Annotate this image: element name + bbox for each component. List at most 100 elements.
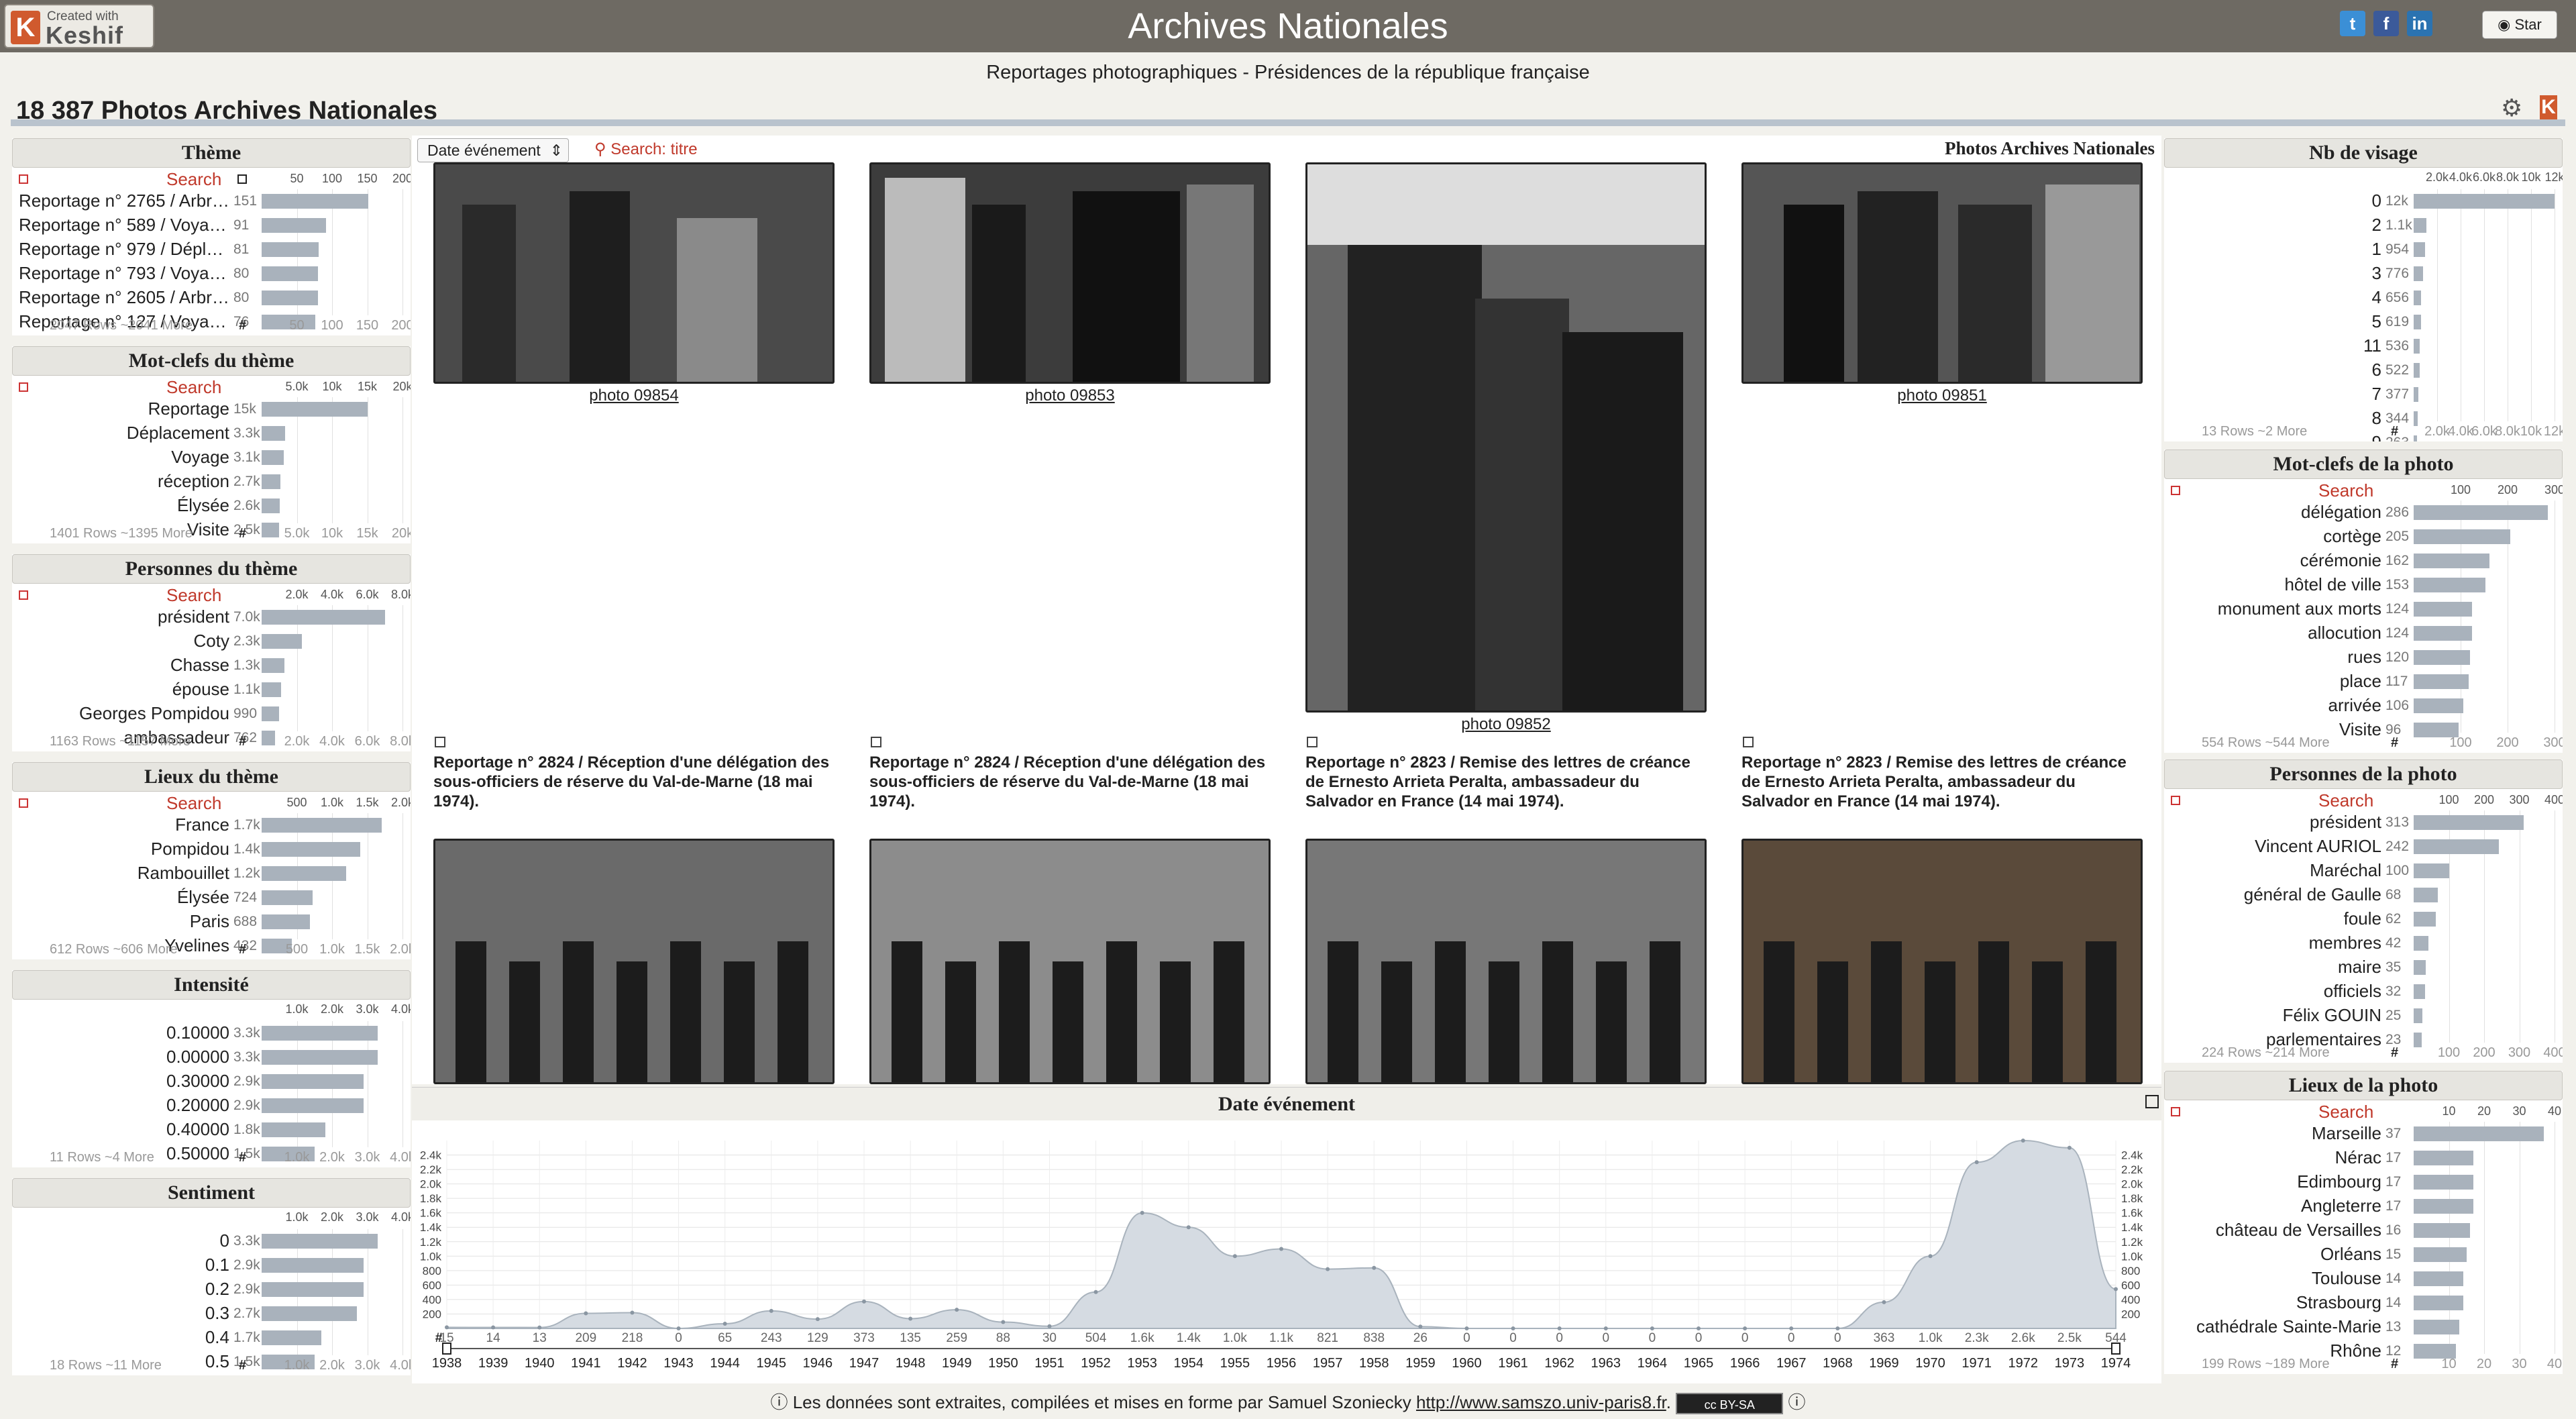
facet-row[interactable]: général de Gaulle 68	[2164, 883, 2563, 907]
facet-row[interactable]: maire 35	[2164, 955, 2563, 980]
timeline-point[interactable]	[862, 1299, 866, 1304]
facet-title[interactable]: Lieux du thème	[12, 762, 411, 792]
cc-by-sa-badge[interactable]: cc BY-SA	[1676, 1393, 1784, 1415]
timeline-point[interactable]	[1511, 1326, 1515, 1330]
timeline-point[interactable]	[1603, 1326, 1608, 1330]
facet-title[interactable]: Thème	[12, 138, 411, 168]
facet-row[interactable]: allocution 124	[2164, 621, 2563, 645]
facet-footer[interactable]: 612 Rows ~606 More #500 1.0k 1.5k 2.0k	[12, 941, 411, 959]
timeline-point[interactable]	[676, 1326, 681, 1330]
timeline-point[interactable]	[1650, 1326, 1654, 1330]
facet-row[interactable]: Georges Pompidou 990	[12, 702, 411, 726]
facet-row[interactable]: Rambouillet 1.2k	[12, 861, 411, 886]
facet-row[interactable]: 11 536	[2164, 334, 2563, 358]
facet-row[interactable]: 0.3 2.7k	[12, 1302, 411, 1326]
timeline-point[interactable]	[1743, 1326, 1748, 1330]
timeline-point[interactable]	[584, 1311, 588, 1316]
facet-row[interactable]: Paris 688	[12, 910, 411, 934]
photo-thumbnail[interactable]	[1741, 162, 2143, 384]
facet-row[interactable]: Maréchal 100	[2164, 859, 2563, 883]
timeline-point[interactable]	[1093, 1290, 1098, 1294]
facet-row[interactable]: officiels 32	[2164, 980, 2563, 1004]
facet-row[interactable]: 4 656	[2164, 286, 2563, 310]
facet-row[interactable]: Marseille 37	[2164, 1122, 2563, 1146]
keshif-small-icon[interactable]: K	[2540, 95, 2557, 119]
timeline-point[interactable]	[630, 1310, 635, 1315]
facet-title[interactable]: Sentiment	[12, 1178, 411, 1208]
record-checkbox[interactable]	[1307, 737, 1318, 747]
timeline-point[interactable]	[491, 1325, 496, 1330]
timeline-point[interactable]	[1372, 1265, 1377, 1270]
facet-footer[interactable]: 2047 Rows ~2041 More #50 100 150 200	[12, 317, 411, 335]
facet-row[interactable]: Edimbourg 17	[2164, 1170, 2563, 1194]
rows-more-label[interactable]: 224 Rows ~214 More	[2202, 1045, 2330, 1061]
facet-row[interactable]: épouse 1.1k	[12, 678, 411, 702]
timeline-point[interactable]	[1464, 1326, 1469, 1330]
facet-row[interactable]: délégation 286	[2164, 501, 2563, 525]
facet-row[interactable]: 0.2 2.9k	[12, 1277, 411, 1302]
facet-footer[interactable]: 1163 Rows ~1157 More #2.0k 4.0k 6.0k 8.0k	[12, 733, 411, 751]
facet-row[interactable]: Voyage 3.1k	[12, 445, 411, 470]
rows-more-label[interactable]: 1163 Rows ~1157 More	[50, 734, 191, 749]
rows-more-label[interactable]: 199 Rows ~189 More	[2202, 1357, 2330, 1372]
expand-timeline-icon[interactable]	[2145, 1095, 2159, 1108]
photo-link[interactable]: photo 09852	[1305, 715, 1707, 734]
facet-row[interactable]: 0.40000 1.8k	[12, 1118, 411, 1142]
photo-link[interactable]: photo 09851	[1741, 386, 2143, 405]
facet-footer[interactable]: 554 Rows ~544 More #100 200 300	[2164, 734, 2563, 753]
facet-row[interactable]: France 1.7k	[12, 813, 411, 837]
facet-row[interactable]: Strasbourg 14	[2164, 1291, 2563, 1315]
photo-thumbnail[interactable]	[1305, 839, 1707, 1084]
facet-row[interactable]: Chasse 1.3k	[12, 653, 411, 678]
facet-row[interactable]: Coty 2.3k	[12, 629, 411, 653]
facet-row[interactable]: 0.1 2.9k	[12, 1253, 411, 1277]
sort-select[interactable]: Date événement ⇕	[417, 138, 569, 162]
rows-more-label[interactable]: 612 Rows ~606 More	[50, 942, 178, 957]
facet-row[interactable]: 3 776	[2164, 262, 2563, 286]
timeline-point[interactable]	[537, 1325, 542, 1330]
info-icon[interactable]: ⓘ	[1788, 1392, 1805, 1412]
record-checkbox[interactable]	[435, 737, 445, 747]
facet-row[interactable]: cathédrale Sainte-Marie 13	[2164, 1315, 2563, 1339]
timeline-point[interactable]	[1557, 1326, 1562, 1330]
record-checkbox[interactable]	[1743, 737, 1754, 747]
photo-link[interactable]: photo 09854	[433, 386, 835, 405]
github-star-button[interactable]: ◉ Star	[2482, 11, 2557, 39]
facet-title[interactable]: Lieux de la photo	[2164, 1071, 2563, 1100]
timeline-point[interactable]	[1279, 1247, 1283, 1251]
facet-row[interactable]: Reportage n° 589 / Voya… 91	[12, 213, 411, 238]
photo-thumbnail[interactable]	[1305, 162, 1707, 713]
facet-row[interactable]: 0.30000 2.9k	[12, 1069, 411, 1094]
facet-title[interactable]: Nb de visage	[2164, 138, 2563, 168]
facet-row[interactable]: Élysée 2.6k	[12, 494, 411, 518]
timeline-point[interactable]	[769, 1308, 773, 1313]
rows-more-label[interactable]: 11 Rows ~4 More	[50, 1150, 154, 1165]
facebook-icon[interactable]: f	[2373, 11, 2399, 36]
facet-row[interactable]: réception 2.7k	[12, 470, 411, 494]
timeline-point[interactable]	[2021, 1139, 2025, 1143]
timeline-point[interactable]	[1974, 1160, 1979, 1165]
facet-row[interactable]: 0.20000 2.9k	[12, 1094, 411, 1118]
facet-title[interactable]: Personnes de la photo	[2164, 759, 2563, 789]
timeline-point[interactable]	[1140, 1210, 1144, 1215]
timeline-point[interactable]	[1418, 1324, 1423, 1329]
linkedin-icon[interactable]: in	[2407, 11, 2432, 36]
facet-row[interactable]: membres 42	[2164, 931, 2563, 955]
facet-row[interactable]: 0 12k	[2164, 189, 2563, 213]
facet-row[interactable]: cortège 205	[2164, 525, 2563, 549]
facet-row[interactable]: 5 619	[2164, 310, 2563, 334]
facet-row[interactable]: Pompidou 1.4k	[12, 837, 411, 861]
timeline-point[interactable]	[955, 1308, 959, 1312]
facet-footer[interactable]: 18 Rows ~11 More #1.0k 2.0k 3.0k 4.0k	[12, 1357, 411, 1375]
facet-row[interactable]: arrivée 106	[2164, 694, 2563, 718]
facet-row[interactable]: foule 62	[2164, 907, 2563, 931]
facet-row[interactable]: 7 377	[2164, 382, 2563, 407]
photo-thumbnail[interactable]	[433, 162, 835, 384]
photo-link[interactable]: photo 09853	[869, 386, 1271, 405]
photo-thumbnail[interactable]	[1741, 839, 2143, 1084]
facet-row[interactable]: château de Versailles 16	[2164, 1218, 2563, 1243]
facet-row[interactable]: président 313	[2164, 810, 2563, 835]
facet-row[interactable]: place 117	[2164, 670, 2563, 694]
timeline-point[interactable]	[1789, 1326, 1794, 1330]
facet-title[interactable]: Mot-clefs du thème	[12, 346, 411, 376]
